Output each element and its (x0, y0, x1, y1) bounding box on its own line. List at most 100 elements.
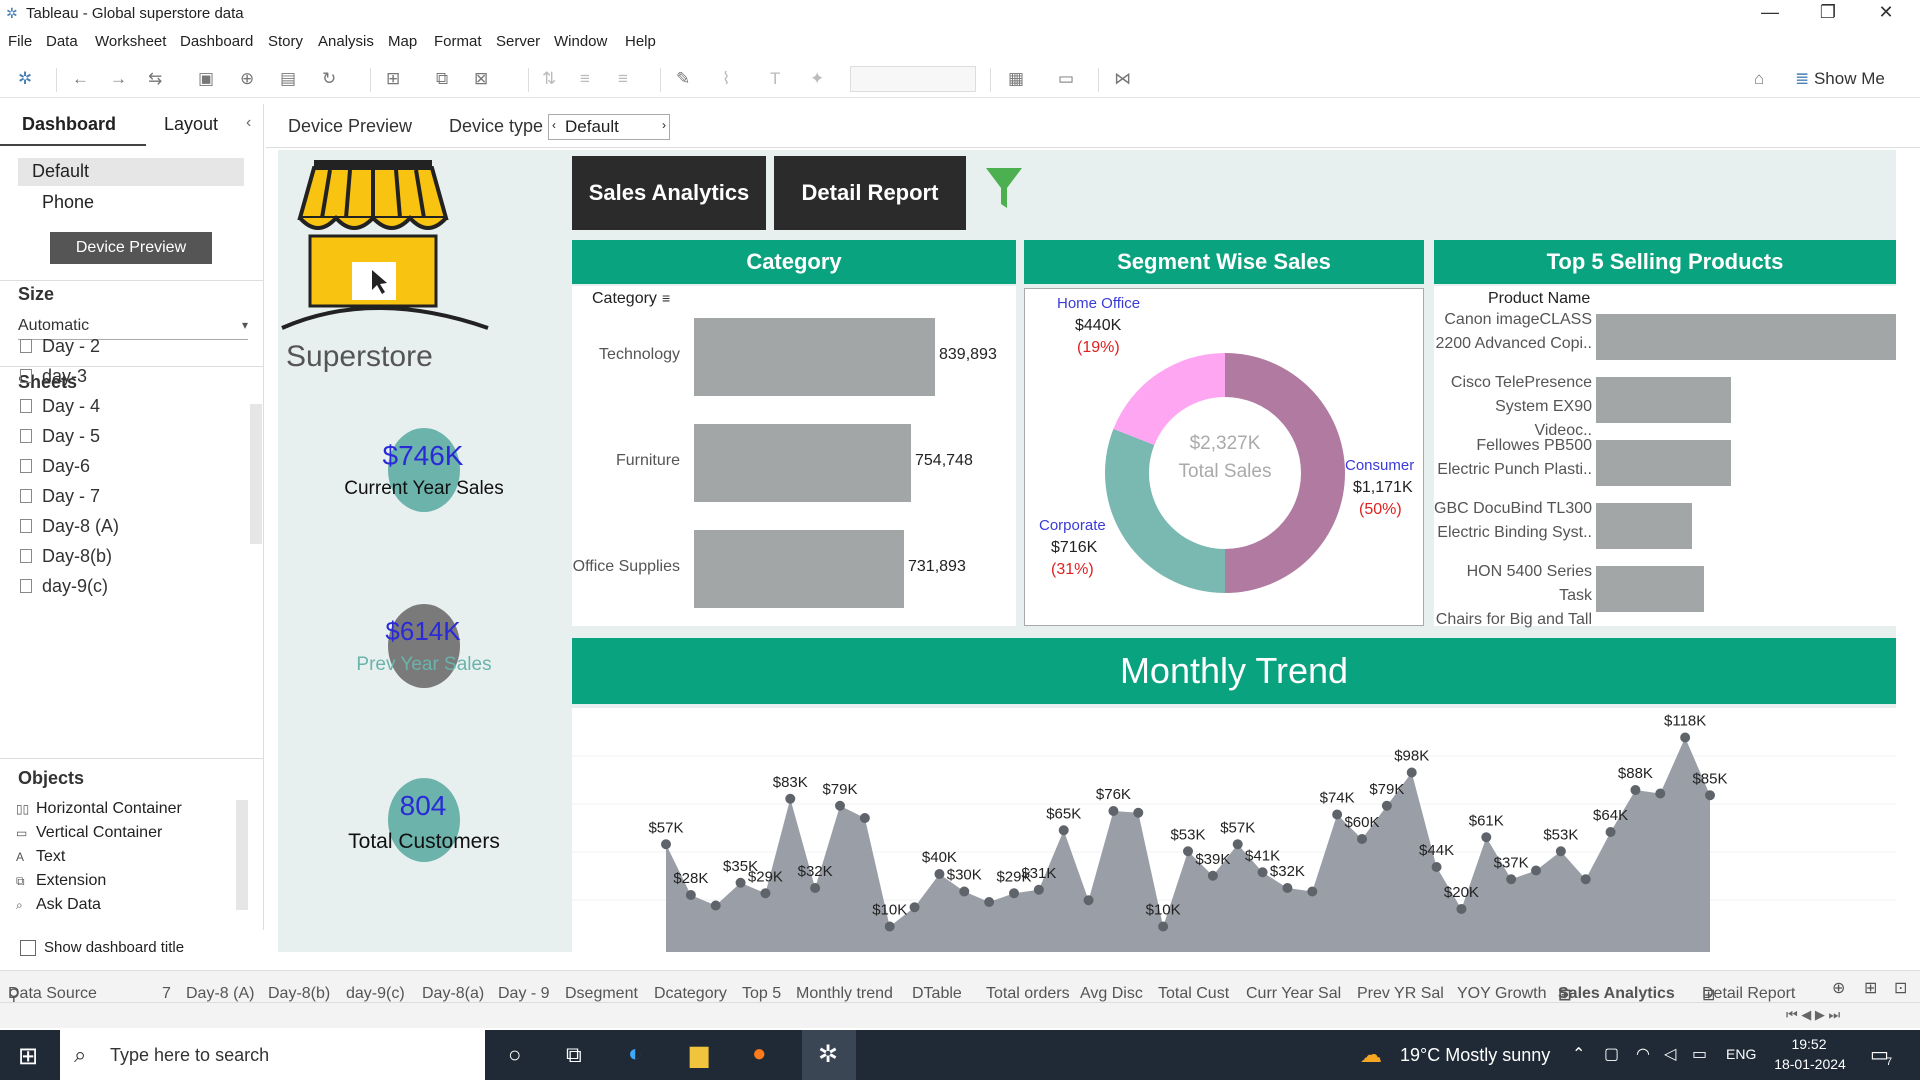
sheet-item[interactable]: day-3 (20, 366, 87, 387)
trend-point[interactable] (1108, 806, 1119, 816)
product-bar[interactable] (1596, 566, 1704, 612)
weather-text[interactable]: 19°C Mostly sunny (1400, 1045, 1550, 1066)
new-dashboard-tab-icon[interactable]: ⊞ (1864, 978, 1877, 998)
tableau-home-icon[interactable]: ✲ (18, 69, 32, 89)
menu-dashboard[interactable]: Dashboard (180, 33, 253, 50)
windows-start-icon[interactable]: ⊞ (18, 1042, 38, 1071)
trend-point[interactable] (1431, 862, 1442, 872)
edge-icon[interactable]: ◐ (628, 1040, 643, 1068)
sheet-item[interactable]: Day-8 (A) (20, 516, 119, 537)
share-icon[interactable]: ⋈ (1114, 69, 1131, 89)
menu-story[interactable]: Story (268, 33, 303, 50)
menu-format[interactable]: Format (434, 33, 482, 50)
network-icon[interactable]: ◠ (1636, 1044, 1650, 1064)
trend-point[interactable] (934, 869, 945, 879)
trend-point[interactable] (1680, 732, 1691, 743)
trend-point[interactable] (984, 897, 995, 907)
sales-analytics-button[interactable]: Sales Analytics (572, 156, 766, 230)
sheet-item[interactable]: Day-6 (20, 456, 90, 477)
group-icon[interactable]: ⌇ (722, 69, 730, 89)
tab-dashboard[interactable]: Dashboard (22, 114, 116, 135)
device-phone[interactable]: Phone (42, 192, 94, 213)
pin-icon[interactable]: ✦ (810, 69, 824, 89)
trend-point[interactable] (1232, 839, 1243, 850)
presentation-mode-icon[interactable]: ▭ (1058, 69, 1074, 89)
duplicate-sheet-icon[interactable]: ⧉ (436, 69, 448, 89)
redo-icon[interactable]: → (110, 69, 127, 89)
show-cards-icon[interactable]: ▦ (1008, 69, 1024, 89)
labels-icon[interactable]: T (770, 69, 780, 89)
trend-point[interactable] (1605, 827, 1616, 837)
menu-data[interactable]: Data (46, 33, 78, 50)
trend-point[interactable] (884, 921, 895, 932)
pause-updates-icon[interactable]: ▤ (280, 69, 296, 89)
file-explorer-icon[interactable]: ▆ (690, 1040, 708, 1069)
product-bar[interactable] (1596, 314, 1896, 360)
undo-icon[interactable]: ← (72, 69, 89, 89)
new-worksheet-tab-icon[interactable]: ⊕ (1832, 978, 1845, 998)
trend-point[interactable] (810, 883, 821, 893)
device-default[interactable]: Default (18, 158, 244, 186)
object-item[interactable]: A Text (16, 848, 65, 866)
detail-report-button[interactable]: Detail Report (774, 156, 966, 230)
language-indicator[interactable]: ENG (1726, 1046, 1756, 1062)
trend-point[interactable] (1357, 834, 1367, 844)
trend-point[interactable] (1158, 921, 1169, 932)
refresh-icon[interactable]: ↻ (322, 69, 336, 89)
menu-analysis[interactable]: Analysis (318, 33, 374, 50)
object-item[interactable]: ⧉ Extension (16, 872, 106, 890)
cortana-icon[interactable]: ○ (508, 1042, 521, 1068)
sheet-item[interactable]: Day-8(b) (20, 546, 112, 567)
tableau-taskbar-button[interactable]: ✲ (802, 1030, 856, 1080)
trend-point[interactable] (1531, 865, 1541, 876)
object-item[interactable]: ⌕ Ask Data (16, 896, 101, 914)
new-worksheet-icon[interactable]: ⊞ (386, 69, 400, 89)
prev-icon[interactable]: ‹ (552, 118, 556, 132)
menu-help[interactable]: Help (625, 33, 656, 50)
menu-server[interactable]: Server (496, 33, 540, 50)
show-me-button[interactable]: ≣ Show Me (1795, 69, 1885, 89)
next-icon[interactable]: › (662, 118, 666, 132)
trend-point[interactable] (1406, 767, 1417, 778)
trend-point[interactable] (1481, 832, 1492, 843)
objects-scrollbar[interactable] (236, 800, 248, 910)
trend-point[interactable] (1307, 886, 1318, 897)
trend-point[interactable] (835, 800, 845, 811)
sheets-scrollbar[interactable] (250, 404, 262, 544)
trend-point[interactable] (1456, 904, 1467, 914)
trend-point[interactable] (785, 793, 796, 804)
category-bar[interactable] (694, 530, 904, 608)
new-data-source-icon[interactable]: ⊕ (240, 69, 254, 89)
trend-point[interactable] (1282, 883, 1293, 893)
trend-point[interactable] (1630, 785, 1641, 795)
menu-file[interactable]: File (8, 33, 32, 50)
menu-map[interactable]: Map (388, 33, 417, 50)
trend-point[interactable] (1381, 800, 1392, 811)
highlight-icon[interactable]: ✎ (676, 69, 690, 89)
trend-point[interactable] (859, 813, 870, 823)
category-bar[interactable] (694, 424, 911, 502)
trend-point[interactable] (760, 888, 771, 899)
swap-icon[interactable]: ⇅ (542, 69, 556, 89)
trend-point[interactable] (1257, 867, 1268, 878)
fit-dropdown[interactable] (850, 66, 976, 92)
battery-icon[interactable]: ▭ (1692, 1044, 1707, 1064)
trend-point[interactable] (710, 900, 721, 911)
device-preview-button[interactable]: Device Preview (50, 232, 212, 264)
trend-point[interactable] (1207, 870, 1218, 881)
trend-point[interactable] (1332, 809, 1343, 820)
trend-point[interactable] (1033, 884, 1044, 895)
product-bar[interactable] (1596, 503, 1692, 549)
object-item[interactable]: ▯▯ Horizontal Container (16, 800, 182, 818)
object-item[interactable]: ▭ Vertical Container (16, 824, 162, 842)
collapse-pane-icon[interactable]: ‹ (246, 114, 251, 132)
new-story-tab-icon[interactable]: ⊡ (1894, 978, 1907, 998)
sort-desc-icon[interactable]: ≡ (618, 69, 628, 89)
replace-data-icon[interactable]: ⇆ (148, 69, 162, 89)
taskbar-search[interactable]: ⌕ Type here to search (60, 1030, 485, 1080)
trend-point[interactable] (1580, 874, 1591, 885)
paint-icon[interactable]: ⌂ (1754, 69, 1764, 89)
volume-icon[interactable]: ◁ (1664, 1044, 1676, 1064)
sheet-item[interactable]: Day - 2 (20, 336, 100, 357)
show-title-checkbox[interactable] (20, 940, 36, 956)
